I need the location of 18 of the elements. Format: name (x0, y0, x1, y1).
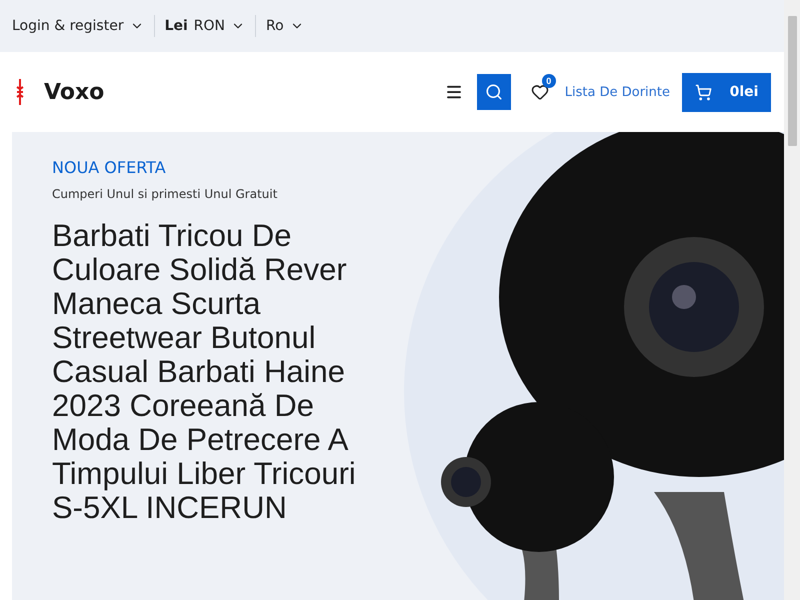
account-dropdown[interactable]: Login & register (12, 15, 155, 37)
menu-icon (444, 83, 463, 101)
logo-icon (16, 79, 24, 105)
offer-label: NOUA OFERTA (52, 158, 167, 177)
wishlist-button[interactable]: 0 (522, 74, 557, 110)
logo-text: Voxo (44, 80, 104, 104)
heart-icon (530, 83, 549, 101)
search-icon (484, 83, 503, 101)
currency-dropdown[interactable]: Lei RON (164, 15, 256, 37)
wishlist-link[interactable]: Lista De Dorinte (564, 84, 670, 100)
scrollbar[interactable] (784, 0, 800, 600)
product-title: Barbati Tricou De Culoare Solidă Rever Maneca Scurta Streetwear Butonul Casual Barbati Haine 2023 Coreeană De Moda De Petrecere A Timpului Liber Tricouri S-5XL INCERUN (52, 219, 357, 525)
wishlist-count: 0 (542, 74, 556, 88)
language-dropdown[interactable]: Ro (266, 15, 314, 37)
search-button[interactable] (476, 74, 511, 110)
cart-icon (694, 84, 712, 100)
offer-subtitle: Cumperi Unul si primesti Unul Gratuit (52, 187, 278, 201)
cart-button[interactable]: 0lei (682, 72, 771, 112)
